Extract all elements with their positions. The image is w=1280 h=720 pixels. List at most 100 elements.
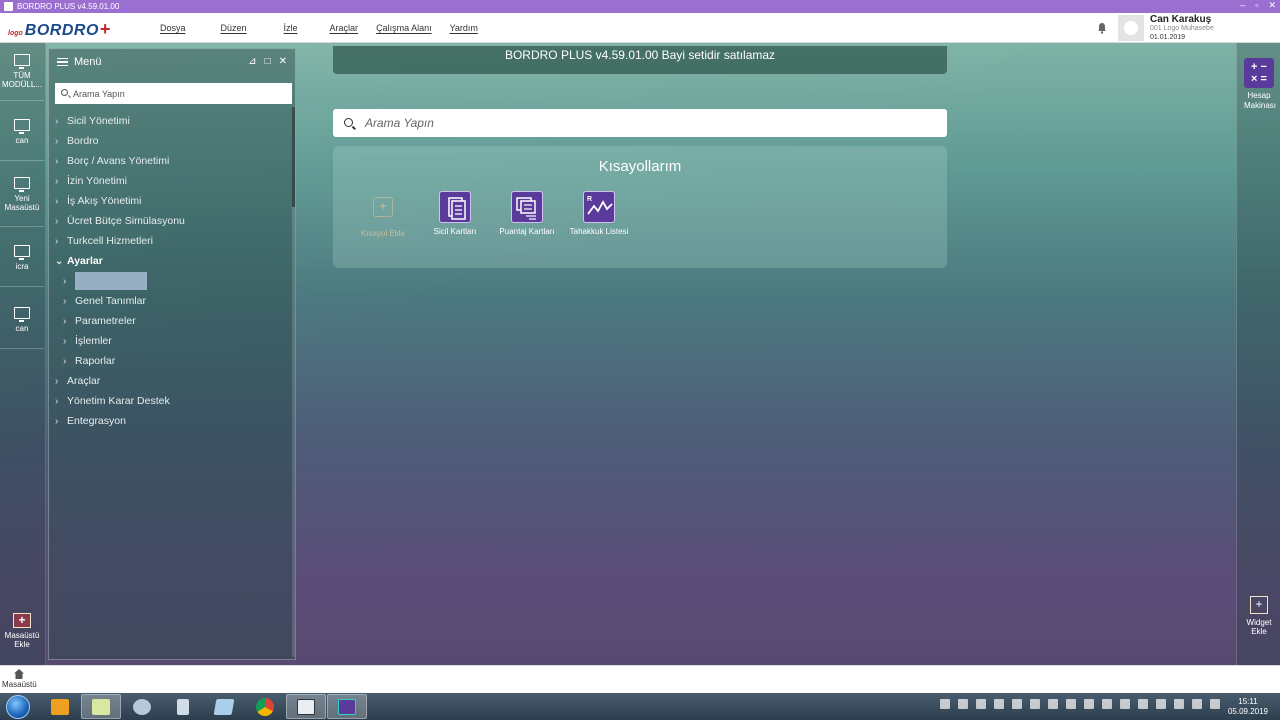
taskbar-app-explorer[interactable] <box>81 694 121 719</box>
menu-item-yonetim-karar[interactable]: › Yönetim Karar Destek <box>55 392 170 410</box>
start-button[interactable] <box>6 695 30 719</box>
dock-item-tum-moduller[interactable]: TÜM MODÜLL... <box>0 43 44 101</box>
tray-icon[interactable] <box>958 699 968 709</box>
shortcut-puantaj-kartlari[interactable]: Puantaj Kartları <box>497 191 557 237</box>
menu-izle[interactable]: İzle <box>284 23 298 33</box>
menu-yardim[interactable]: Yardım <box>450 23 478 33</box>
taskbar-app-chrome[interactable] <box>245 694 285 719</box>
bell-icon[interactable] <box>1096 22 1108 34</box>
taskbar-app-window[interactable] <box>286 694 326 719</box>
maximize-panel-icon[interactable]: □ <box>265 56 271 67</box>
shortcut-sicil-kartlari[interactable]: Sicil Kartları <box>425 191 485 237</box>
chevron-right-icon: › <box>63 315 67 327</box>
taskbar-app-bordro[interactable] <box>327 694 367 719</box>
chevron-right-icon: › <box>63 295 67 307</box>
tray-icon[interactable] <box>976 699 986 709</box>
pin-icon[interactable]: ⊿ <box>248 56 256 67</box>
menu-subitem-highlighted[interactable]: › <box>63 272 147 290</box>
taskbar-app-tool[interactable] <box>122 694 162 719</box>
chevron-right-icon: › <box>55 115 59 127</box>
add-shortcut-button[interactable]: + Kısayol Ekle <box>353 191 413 239</box>
taskbar-clock[interactable]: 15:11 05.09.2019 <box>1224 697 1272 717</box>
monitor-icon <box>14 118 30 134</box>
menu-item-ucret-butce[interactable]: › Ücret Bütçe Simülasyonu <box>55 212 185 230</box>
menu-araclar[interactable]: Araçlar <box>330 23 359 33</box>
menu-item-izin-yonetimi[interactable]: › İzin Yönetimi <box>55 172 127 190</box>
user-info[interactable]: Can Karakuş 001 Logo Muhasebe 01.01.2019 <box>1150 13 1280 42</box>
dock-item-yeni-masaustu[interactable]: Yeni Masaüstü <box>0 163 44 227</box>
menu-calisma-alani[interactable]: Çalışma Alanı <box>376 23 432 33</box>
tray-icon[interactable] <box>1174 699 1184 709</box>
menu-item-ayarlar[interactable]: ⌄ Ayarlar <box>55 252 103 270</box>
chevron-right-icon: › <box>55 215 59 227</box>
tray-icon[interactable] <box>1084 699 1094 709</box>
monitor-icon <box>14 54 30 69</box>
taskbar-app-editor[interactable] <box>204 694 244 719</box>
menu-scrollbar-thumb[interactable] <box>292 107 295 207</box>
dock-item-can-2[interactable]: can <box>0 291 44 349</box>
tray-icon[interactable] <box>1210 699 1220 709</box>
svg-text:R: R <box>587 196 592 203</box>
calculator-button[interactable]: + − × = Hesap Makinası <box>1244 58 1276 111</box>
timesheet-icon <box>511 191 543 223</box>
add-desktop-icon: + <box>13 613 31 628</box>
menu-item-sicil-yonetimi[interactable]: › Sicil Yönetimi <box>55 112 130 130</box>
chart-icon: R <box>583 191 615 223</box>
tray-icon[interactable] <box>1048 699 1058 709</box>
minimize-button[interactable]: – <box>1240 0 1245 11</box>
hamburger-icon[interactable] <box>57 58 68 66</box>
bottom-bar: Masaüstü <box>0 665 1280 693</box>
dock-item-icra[interactable]: icra <box>0 229 44 287</box>
menu-item-araclar[interactable]: › Araçlar <box>55 372 100 390</box>
close-button[interactable]: ✕ <box>1268 0 1276 11</box>
menu-item-entegrasyon[interactable]: › Entegrasyon <box>55 412 126 430</box>
maximize-button[interactable]: ▫ <box>1255 0 1258 11</box>
add-widget-button[interactable]: + Widget Ekle <box>1241 596 1277 636</box>
user-name: Can Karakuş <box>1150 13 1212 25</box>
menu-item-borc-avans[interactable]: › Borç / Avans Yönetimi <box>55 152 169 170</box>
tray-icon[interactable] <box>994 699 1004 709</box>
main-search-input[interactable]: Arama Yapın <box>333 109 947 137</box>
menu-item-turkcell[interactable]: › Turkcell Hizmetleri <box>55 232 153 250</box>
taskbar-app-outlook[interactable] <box>40 694 80 719</box>
menu-panel-title: Menü <box>74 56 102 68</box>
monitor-icon <box>14 306 30 322</box>
menu-dosya[interactable]: Dosya <box>160 23 186 33</box>
tray-icon[interactable] <box>940 699 950 709</box>
plus-icon: + <box>373 197 393 217</box>
menu-subitem-islemler[interactable]: › İşlemler <box>63 332 112 350</box>
menu-subitem-parametreler[interactable]: › Parametreler <box>63 312 136 330</box>
tray-icon[interactable] <box>1138 699 1148 709</box>
tray-icon[interactable] <box>1156 699 1166 709</box>
tray-icon[interactable] <box>1066 699 1076 709</box>
shortcut-tahakkuk-listesi[interactable]: R Tahakkuk Listesi <box>569 191 629 237</box>
tray-icon[interactable] <box>1102 699 1112 709</box>
menu-subitem-raporlar[interactable]: › Raporlar <box>63 352 115 370</box>
close-panel-icon[interactable]: ✕ <box>279 56 287 67</box>
chevron-right-icon: › <box>63 275 67 287</box>
selected-item-highlight <box>75 272 147 290</box>
home-desktop-button[interactable]: Masaüstü <box>2 669 37 689</box>
avatar[interactable] <box>1118 15 1144 41</box>
menu-item-bordro[interactable]: › Bordro <box>55 132 99 150</box>
menu-panel-header: Menü ⊿ □ ✕ <box>49 49 295 75</box>
tray-icon[interactable] <box>1120 699 1130 709</box>
windows-taskbar: 15:11 05.09.2019 <box>0 693 1280 720</box>
chevron-right-icon: › <box>55 395 59 407</box>
tray-icon[interactable] <box>1192 699 1202 709</box>
menu-search-input[interactable]: Arama Yapın <box>55 83 292 104</box>
taskbar-app-notepad[interactable] <box>163 694 203 719</box>
window-title: BORDRO PLUS v4.59.01.00 <box>17 2 120 11</box>
chevron-down-icon: ⌄ <box>55 255 64 267</box>
tray-icon[interactable] <box>1012 699 1022 709</box>
dock-item-can[interactable]: can <box>0 103 44 161</box>
menu-item-is-akis[interactable]: › İş Akış Yönetimi <box>55 192 142 210</box>
tray-icon[interactable] <box>1030 699 1040 709</box>
chevron-right-icon: › <box>63 355 67 367</box>
menu-duzen[interactable]: Düzen <box>221 23 247 33</box>
plus-icon: + <box>1250 596 1268 614</box>
menu-subitem-genel-tanimlar[interactable]: › Genel Tanımlar <box>63 292 146 310</box>
chevron-right-icon: › <box>55 375 59 387</box>
app-icon <box>4 2 13 11</box>
add-desktop-button[interactable]: + Masaüstü Ekle <box>0 613 44 649</box>
